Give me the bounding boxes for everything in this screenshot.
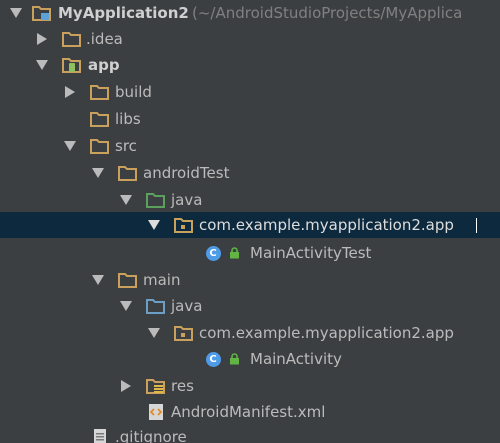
expand-arrow-down-icon[interactable] <box>146 212 162 238</box>
tree-row-manifest[interactable]: AndroidManifest.xml <box>0 399 500 425</box>
tree-row-idea[interactable]: .idea <box>0 26 500 52</box>
xml-file-icon <box>146 399 166 425</box>
expand-arrow-down-icon[interactable] <box>118 187 134 213</box>
source-folder-icon <box>146 293 166 319</box>
expand-arrow-down-icon[interactable] <box>90 267 106 293</box>
tree-row-res[interactable]: res <box>0 373 500 399</box>
module-folder-icon <box>62 52 82 78</box>
root-project-label: MyApplication2 <box>58 4 189 22</box>
java-test-folder-label: java <box>171 191 203 209</box>
expand-arrow-down-icon[interactable] <box>8 0 24 26</box>
tree-row-libs[interactable]: libs <box>0 106 500 132</box>
idea-folder-label: .idea <box>86 30 123 48</box>
tree-row-java-main[interactable]: java <box>0 293 500 319</box>
folder-icon <box>62 26 82 52</box>
tree-row-package-test[interactable]: com.example.myapplication2.app <box>0 212 500 238</box>
tree-row-myapplication2[interactable]: MyApplication2 (~/AndroidStudioProjects/… <box>0 0 500 26</box>
package-icon <box>174 320 194 346</box>
test-source-folder-icon <box>146 187 166 213</box>
manifest-file-label: AndroidManifest.xml <box>171 403 326 421</box>
folder-icon <box>118 267 138 293</box>
tree-row-main[interactable]: main <box>0 267 500 293</box>
text-cursor <box>476 218 477 233</box>
lock-icon <box>228 346 240 372</box>
tree-row-androidtest[interactable]: androidTest <box>0 160 500 186</box>
root-project-path: (~/AndroidStudioProjects/MyApplica <box>192 4 463 22</box>
expand-arrow-down-icon[interactable] <box>34 52 50 78</box>
folder-icon <box>90 79 110 105</box>
tree-row-mainactivitytest[interactable]: C MainActivityTest <box>0 240 500 266</box>
libs-folder-label: libs <box>115 110 141 128</box>
class-icon: C <box>205 240 221 266</box>
tree-row-mainactivity[interactable]: C MainActivity <box>0 346 500 372</box>
expand-arrow-right-icon[interactable] <box>62 79 78 105</box>
tree-row-gitignore[interactable]: .gitignore <box>0 424 500 443</box>
resources-folder-icon <box>146 373 166 399</box>
tree-row-src[interactable]: src <box>0 133 500 159</box>
mainactivity-label: MainActivity <box>250 350 342 368</box>
res-folder-label: res <box>171 377 194 395</box>
package-test-label: com.example.myapplication2.app <box>199 216 454 234</box>
text-file-icon <box>90 424 110 443</box>
gitignore-file-label: .gitignore <box>115 428 187 443</box>
app-module-label: app <box>88 56 120 74</box>
main-folder-label: main <box>143 271 181 289</box>
tree-row-java-test[interactable]: java <box>0 187 500 213</box>
class-icon: C <box>205 346 221 372</box>
package-main-label: com.example.myapplication2.app <box>199 324 454 342</box>
project-tree: MyApplication2 (~/AndroidStudioProjects/… <box>0 0 500 443</box>
expand-arrow-down-icon[interactable] <box>118 293 134 319</box>
build-folder-label: build <box>115 83 152 101</box>
package-icon <box>174 212 194 238</box>
expand-arrow-right-icon[interactable] <box>118 373 134 399</box>
java-main-folder-label: java <box>171 297 203 315</box>
expand-arrow-down-icon[interactable] <box>90 160 106 186</box>
mainactivitytest-label: MainActivityTest <box>250 244 372 262</box>
expand-arrow-down-icon[interactable] <box>62 133 78 159</box>
tree-row-build[interactable]: build <box>0 79 500 105</box>
lock-icon <box>228 240 240 266</box>
src-folder-label: src <box>115 137 137 155</box>
tree-row-package-main[interactable]: com.example.myapplication2.app <box>0 320 500 346</box>
folder-icon <box>90 133 110 159</box>
tree-row-app[interactable]: app <box>0 52 500 78</box>
expand-arrow-right-icon[interactable] <box>34 26 50 52</box>
folder-icon <box>90 106 110 132</box>
expand-arrow-down-icon[interactable] <box>146 320 162 346</box>
module-folder-icon <box>32 0 52 26</box>
androidtest-folder-label: androidTest <box>143 164 230 182</box>
folder-icon <box>118 160 138 186</box>
